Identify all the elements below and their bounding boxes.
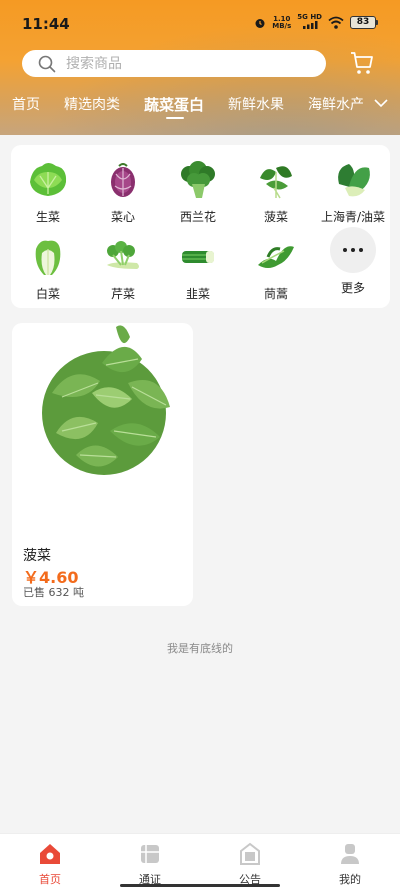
signal-label: 5G HD xyxy=(297,13,322,21)
veg-label: 菠菜 xyxy=(263,210,288,224)
search-input[interactable] xyxy=(66,55,266,72)
product-sold-count: 已售 632 吨 xyxy=(23,586,84,599)
veg-item-celery[interactable]: 芹菜 xyxy=(86,227,160,301)
veg-item-chives[interactable]: 韭菜 xyxy=(161,227,235,301)
bottom-tab-bar: 首页 通证 公告 我的 xyxy=(0,833,400,889)
product-card[interactable]: 菠菜 ￥4.60 已售 632 吨 xyxy=(12,323,193,606)
bok-choy-icon xyxy=(338,164,370,197)
vegetable-category-grid: 生菜 菜心 西兰花 菠菜 上海青/油菜 白菜 芹菜 韭菜 茼蒿 更多 xyxy=(11,145,390,308)
signal-indicator: 5G HD xyxy=(297,14,322,31)
category-tabs: 首页 精选肉类 蔬菜蛋白 新鲜水果 海鲜水产 xyxy=(0,90,400,126)
tab-meat[interactable]: 精选肉类 xyxy=(64,94,120,114)
veg-item-more[interactable]: 更多 xyxy=(315,227,391,297)
tab-bar-notice[interactable]: 公告 xyxy=(210,842,290,887)
veg-label: 芹菜 xyxy=(110,287,135,301)
battery-icon: 83 xyxy=(350,16,378,29)
tab-seafood[interactable]: 海鲜水产 xyxy=(308,94,364,114)
chives-icon xyxy=(182,251,214,263)
profile-icon xyxy=(341,844,359,864)
napa-cabbage-icon xyxy=(35,240,61,275)
crown-daisy-icon xyxy=(258,246,294,268)
alarm-icon xyxy=(255,18,265,28)
lettuce-icon xyxy=(30,163,67,196)
veg-label: 上海青/油菜 xyxy=(320,210,386,224)
header: 11:44 1.10 MB/s 5G HD 83 搜索商品 首页 精选肉类 蔬菜… xyxy=(0,0,400,135)
net-speed: 1.10 MB/s xyxy=(272,15,292,30)
token-icon xyxy=(141,845,159,863)
home-indicator xyxy=(120,884,280,887)
more-icon xyxy=(330,227,376,273)
battery-tip xyxy=(376,20,378,25)
veg-label: 西兰花 xyxy=(179,210,216,224)
search-bar[interactable] xyxy=(22,50,326,77)
tab-bar-home[interactable]: 首页 xyxy=(10,842,90,887)
signal-icon xyxy=(302,21,318,29)
end-of-list-text: 我是有底线的 xyxy=(167,642,233,655)
veg-item-choy-sum[interactable]: 菜心 xyxy=(86,150,160,224)
chevron-down-icon[interactable] xyxy=(374,98,388,108)
veg-label: 生菜 xyxy=(35,210,60,224)
tab-fruit[interactable]: 新鲜水果 xyxy=(228,94,284,114)
net-speed-unit: MB/s xyxy=(272,21,292,30)
veg-item-bok-choy[interactable]: 上海青/油菜 xyxy=(315,150,391,224)
cart-icon[interactable] xyxy=(350,50,374,76)
celery-icon xyxy=(107,241,139,269)
veg-label: 韭菜 xyxy=(185,287,210,301)
veg-item-lettuce[interactable]: 生菜 xyxy=(11,150,85,224)
veg-item-napa-cabbage[interactable]: 白菜 xyxy=(11,227,85,301)
tab-label: 首页 xyxy=(39,873,61,886)
search-icon xyxy=(38,55,56,72)
veg-label: 茼蒿 xyxy=(263,287,288,301)
tab-bar-token[interactable]: 通证 xyxy=(110,842,190,887)
tab-bar-profile[interactable]: 我的 xyxy=(310,842,390,887)
status-bar: 11:44 1.10 MB/s 5G HD 83 xyxy=(0,0,400,48)
status-time: 11:44 xyxy=(22,15,70,33)
status-icons: 1.10 MB/s 5G HD 83 xyxy=(254,14,378,31)
search-row xyxy=(0,50,400,78)
home-icon xyxy=(40,844,60,864)
battery-level: 83 xyxy=(350,16,376,29)
tab-vegetables[interactable]: 蔬菜蛋白 xyxy=(144,94,204,115)
product-name: 菠菜 xyxy=(23,548,51,564)
broccoli-icon xyxy=(181,161,215,198)
veg-label: 菜心 xyxy=(110,210,135,224)
purple-cabbage-icon xyxy=(111,163,135,197)
veg-item-spinach[interactable]: 菠菜 xyxy=(239,150,313,224)
veg-item-crown-daisy[interactable]: 茼蒿 xyxy=(239,227,313,301)
tab-label: 我的 xyxy=(339,873,361,886)
notice-icon xyxy=(240,842,260,865)
tab-home[interactable]: 首页 xyxy=(12,94,40,114)
active-tab-indicator xyxy=(166,117,184,119)
veg-label: 更多 xyxy=(340,281,365,295)
veg-item-broccoli[interactable]: 西兰花 xyxy=(161,150,235,224)
spinach-icon xyxy=(260,166,292,199)
spinach-product-image xyxy=(42,325,170,475)
veg-label: 白菜 xyxy=(35,287,60,301)
wifi-icon xyxy=(328,16,344,29)
